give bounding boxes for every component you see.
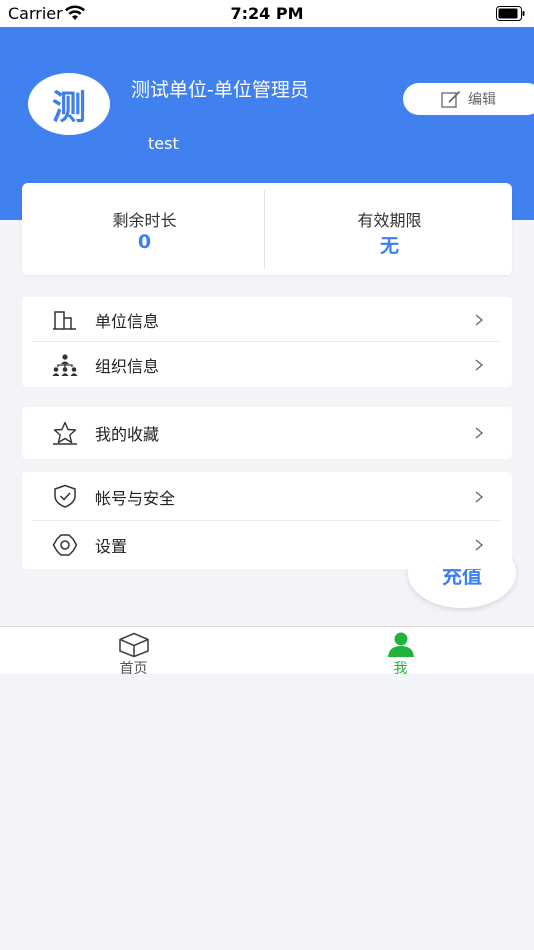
menu-item-my-favorites[interactable]: 我的收藏 [22,407,512,459]
shield-check-icon [54,484,76,508]
star-icon [53,421,77,445]
remaining-duration-value: 0 [137,231,152,253]
menu-item-org-info[interactable]: 组织信息 [22,342,512,387]
menu-item-label: 单位信息 [95,311,160,331]
building-icon [53,311,76,330]
menu-group-favorites: 我的收藏 [22,407,512,459]
avatar[interactable]: 测 [28,73,110,135]
chevron-right-icon [475,539,484,551]
menu-group-account: 帐号与安全 设置 [22,472,512,569]
edit-profile-button[interactable]: 编辑 [403,83,534,115]
validity-period-value: 无 [379,235,399,257]
validity-period-label: 有效期限 [357,211,422,230]
stats-divider [264,189,265,269]
user-account: test [148,134,179,153]
status-bar: Carrier 7:24 PM [0,0,534,27]
chevron-right-icon [475,359,484,370]
tab-bar: 首页 我 [0,626,534,677]
menu-item-account-security[interactable]: 帐号与安全 [22,472,512,521]
stats-card: 剩余时长 0 有效期限 无 [22,183,512,275]
menu-item-label: 组织信息 [95,356,160,376]
person-icon [388,632,414,657]
org-chart-icon [52,354,78,376]
remaining-duration-stat[interactable]: 剩余时长 0 [22,183,267,275]
validity-period-stat[interactable]: 有效期限 无 [267,183,512,275]
chevron-right-icon [475,491,484,502]
empty-area [0,674,534,950]
menu-item-unit-info[interactable]: 单位信息 [22,297,512,342]
menu-item-settings[interactable]: 设置 [22,521,512,569]
edit-button-label: 编辑 [468,92,496,108]
battery-icon [496,6,525,21]
chevron-right-icon [475,427,484,439]
cube-icon [119,632,149,658]
gear-icon [52,534,78,556]
clock: 7:24 PM [230,4,304,23]
chevron-right-icon [475,314,484,325]
menu-group-unit: 单位信息 组织信息 [22,297,512,387]
edit-icon [441,91,461,108]
user-name: 测试单位-单位管理员 [131,79,309,101]
menu-item-label: 帐号与安全 [95,488,176,508]
menu-item-label: 设置 [95,537,128,556]
tab-home[interactable]: 首页 [0,627,267,677]
tab-me[interactable]: 我 [267,627,534,677]
remaining-duration-label: 剩余时长 [112,211,177,230]
menu-item-label: 我的收藏 [95,425,160,444]
